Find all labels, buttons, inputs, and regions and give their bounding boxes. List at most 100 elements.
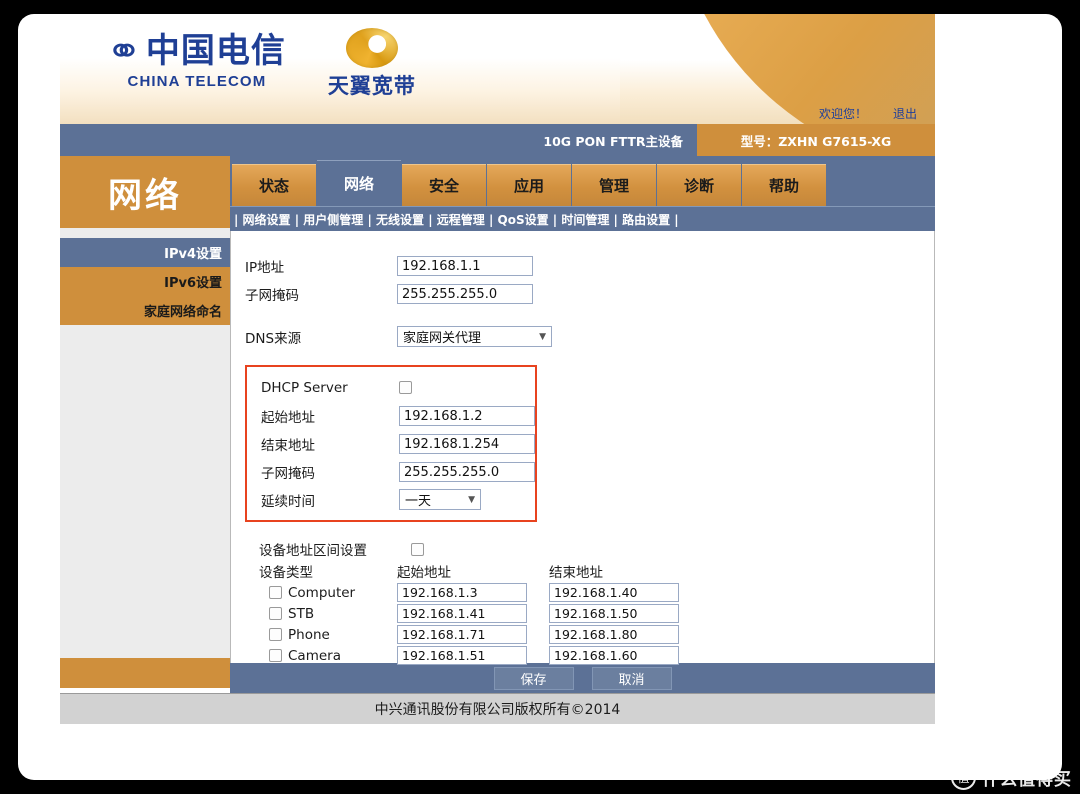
table-row: Phone 192.168.1.71 192.168.1.80 (259, 624, 934, 645)
welcome-label[interactable]: 欢迎您！ (819, 105, 867, 122)
dhcp-server-label: DHCP Server (261, 379, 348, 396)
screen-background: ⚭ 中国电信 CHINA TELECOM 天翼宽带 欢迎您！ 退出 10G PO… (0, 0, 1080, 794)
ip-address-label: IP地址 (245, 259, 285, 276)
subnet-mask-input[interactable]: 255.255.255.0 (397, 283, 533, 304)
tab-network[interactable]: 网络 (317, 160, 401, 206)
table-row: Camera 192.168.1.51 192.168.1.60 (259, 645, 934, 666)
device-start-input[interactable]: 192.168.1.3 (397, 583, 527, 602)
device-checkbox[interactable] (269, 586, 282, 599)
sidebar-item-list: IPv4设置 IPv6设置 家庭网络命名 (60, 238, 230, 325)
ip-address-input[interactable]: 192.168.1.1 (397, 255, 533, 276)
device-start-input[interactable]: 192.168.1.71 (397, 625, 527, 644)
sidebar-item-home-network-name[interactable]: 家庭网络命名 (60, 296, 230, 325)
logout-link[interactable]: 退出 (893, 105, 917, 122)
device-row-computer[interactable]: Computer (259, 585, 397, 601)
dhcp-start-row: 起始地址 192.168.1.2 (261, 403, 535, 428)
device-end-input[interactable]: 192.168.1.40 (549, 583, 679, 602)
tianyi-broadband-cn: 天翼宽带 (327, 74, 416, 98)
action-bar: 保存 取消 (230, 663, 935, 693)
device-row-stb[interactable]: STB (259, 606, 397, 622)
tianyi-broadband-logo: 天翼宽带 (328, 28, 416, 100)
dhcp-mask-input[interactable]: 255.255.255.0 (399, 461, 535, 482)
sidebar-item-ipv6[interactable]: IPv6设置 (60, 267, 230, 296)
device-model-label: 型号：ZXHN G7615-XG (697, 124, 935, 156)
ip-address-row: IP地址 192.168.1.1 (245, 253, 934, 278)
tab-application[interactable]: 应用 (487, 164, 571, 206)
dhcp-end-input[interactable]: 192.168.1.254 (399, 433, 535, 454)
welcome-bar: 欢迎您！ 退出 (775, 102, 935, 124)
device-type-label: 10G PON FTTR主设备 (60, 124, 697, 156)
tab-diagnostics[interactable]: 诊断 (657, 164, 741, 206)
dns-source-select[interactable]: 家庭网关代理 ▼ (397, 326, 552, 347)
device-range-header-row: 设备地址区间设置 (259, 538, 934, 560)
dhcp-start-input[interactable]: 192.168.1.2 (399, 405, 535, 426)
table-row: STB 192.168.1.41 192.168.1.50 (259, 603, 934, 624)
brand-banner: ⚭ 中国电信 CHINA TELECOM 天翼宽带 欢迎您！ 退出 (60, 14, 935, 124)
tab-label: 帮助 (768, 177, 799, 195)
site-watermark: 值 什么值得买 (951, 765, 1072, 790)
tab-management[interactable]: 管理 (572, 164, 656, 206)
cancel-button[interactable]: 取消 (591, 666, 672, 690)
tab-help[interactable]: 帮助 (742, 164, 826, 206)
device-checkbox[interactable] (269, 628, 282, 641)
dhcp-lease-select[interactable]: 一天 ▼ (399, 489, 481, 510)
dhcp-server-row: DHCP Server (261, 375, 535, 400)
telecom-mark-icon: ⚭ (105, 29, 143, 73)
column-header-start-address: 起始地址 (397, 565, 451, 581)
router-admin-ui: ⚭ 中国电信 CHINA TELECOM 天翼宽带 欢迎您！ 退出 10G PO… (60, 14, 935, 780)
body-area: 网络 IPv4设置 IPv6设置 家庭网络命名 状态 网络 安全 应用 管理 诊… (60, 156, 935, 693)
tab-label: 状态 (258, 177, 289, 195)
sidebar-item-label: IPv4设置 (164, 247, 222, 262)
ipv4-form: IP地址 192.168.1.1 子网掩码 255.255.255.0 DNS来… (231, 231, 934, 666)
dhcp-lease-value: 一天 (405, 494, 432, 509)
dhcp-server-section: DHCP Server 起始地址 192.168.1.2 结束地址 192.16… (245, 365, 537, 522)
dhcp-end-row: 结束地址 192.168.1.254 (261, 431, 535, 456)
subnav-links: | 网络设置 | 用户侧管理 | 无线设置 | 远程管理 | QoS设置 | 时… (234, 212, 679, 227)
tab-label: 诊断 (683, 177, 714, 195)
device-info-strip: 10G PON FTTR主设备 型号：ZXHN G7615-XG (60, 124, 935, 156)
main-nav-tabs: 状态 网络 安全 应用 管理 诊断 帮助 (230, 156, 935, 206)
device-checkbox[interactable] (269, 649, 282, 662)
dns-source-label: DNS来源 (245, 330, 302, 347)
device-end-input[interactable]: 192.168.1.80 (549, 625, 679, 644)
sidebar: 网络 IPv4设置 IPv6设置 家庭网络命名 (60, 156, 230, 693)
device-range-section: 设备地址区间设置 设备类型 起始地址 结束地址 Computer 192.168… (259, 538, 934, 666)
tab-label: 应用 (513, 177, 544, 195)
dhcp-server-checkbox[interactable] (399, 381, 412, 394)
device-end-input[interactable]: 192.168.1.50 (549, 604, 679, 623)
device-end-input[interactable]: 192.168.1.60 (549, 646, 679, 665)
sidebar-item-ipv4[interactable]: IPv4设置 (60, 238, 230, 267)
china-telecom-logo: ⚭ 中国电信 CHINA TELECOM (105, 29, 286, 90)
column-header-device-type: 设备类型 (259, 565, 313, 581)
save-button[interactable]: 保存 (493, 666, 574, 690)
sidebar-item-label: IPv6设置 (164, 276, 222, 291)
dns-source-row: DNS来源 家庭网关代理 ▼ (245, 324, 934, 349)
device-range-checkbox[interactable] (411, 542, 424, 556)
chevron-down-icon: ▼ (539, 331, 546, 342)
logo-area: ⚭ 中国电信 CHINA TELECOM 天翼宽带 (105, 28, 416, 100)
device-checkbox[interactable] (269, 607, 282, 620)
tab-status[interactable]: 状态 (232, 164, 316, 206)
device-type-label: STB (288, 605, 315, 622)
watermark-mark-icon: 值 (951, 765, 976, 790)
watermark-text: 什么值得买 (982, 770, 1072, 790)
sub-navigation[interactable]: | 网络设置 | 用户侧管理 | 无线设置 | 远程管理 | QoS设置 | 时… (230, 206, 935, 231)
dhcp-start-label: 起始地址 (261, 409, 315, 426)
sidebar-filler (60, 325, 230, 658)
dns-source-value: 家庭网关代理 (403, 331, 482, 346)
dhcp-end-label: 结束地址 (261, 437, 315, 454)
dhcp-mask-label: 子网掩码 (261, 465, 315, 482)
device-row-camera[interactable]: Camera (259, 648, 397, 664)
tab-label: 安全 (428, 177, 459, 195)
tab-security[interactable]: 安全 (402, 164, 486, 206)
copyright-bar: 中兴通讯股份有限公司版权所有©2014 (60, 693, 935, 724)
device-start-input[interactable]: 192.168.1.51 (397, 646, 527, 665)
device-row-phone[interactable]: Phone (259, 627, 397, 643)
browser-page: ⚭ 中国电信 CHINA TELECOM 天翼宽带 欢迎您！ 退出 10G PO… (18, 14, 1062, 780)
china-telecom-cn: 中国电信 (145, 31, 286, 71)
column-header-end-address: 结束地址 (549, 565, 603, 581)
china-telecom-en: CHINA TELECOM (127, 73, 267, 90)
dhcp-mask-row: 子网掩码 255.255.255.0 (261, 459, 535, 484)
chevron-down-icon: ▼ (468, 494, 475, 505)
device-start-input[interactable]: 192.168.1.41 (397, 604, 527, 623)
